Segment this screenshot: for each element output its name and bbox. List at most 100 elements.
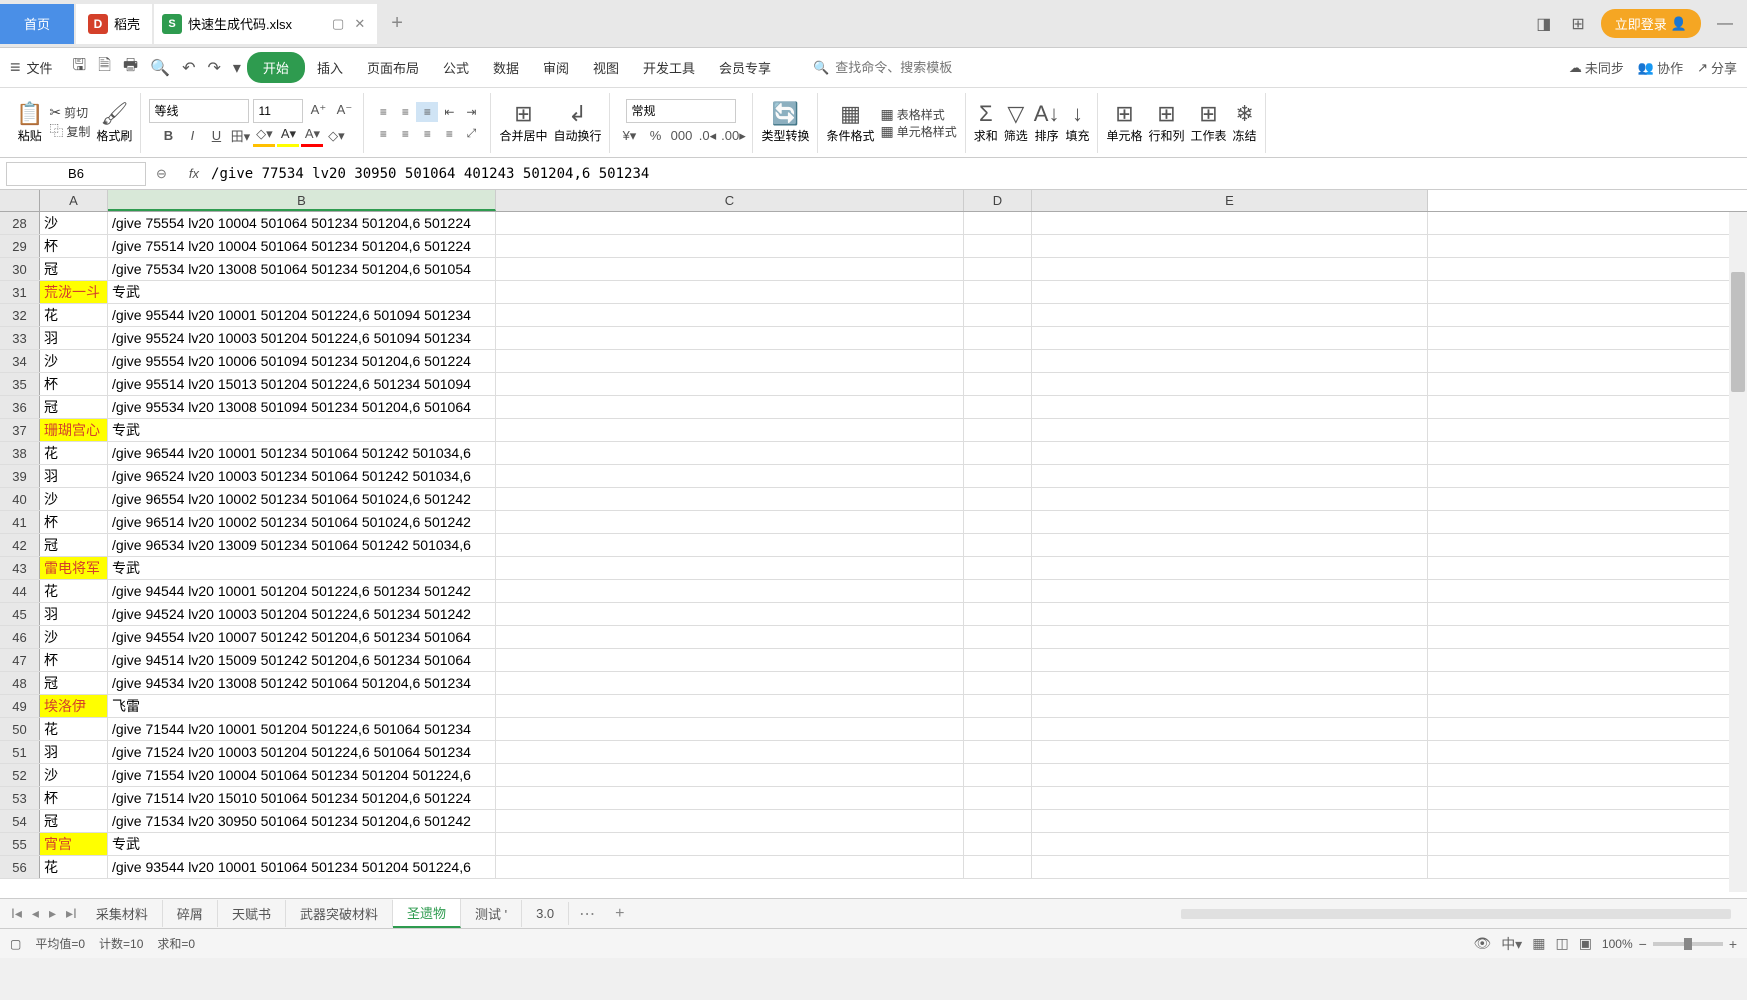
cell[interactable]: 冠 xyxy=(40,534,108,556)
cell[interactable]: 埃洛伊 xyxy=(40,695,108,717)
cell[interactable] xyxy=(964,557,1032,579)
tab-doke[interactable]: D 稻壳 xyxy=(76,4,152,44)
row-header[interactable]: 49 xyxy=(0,695,40,717)
search-command[interactable]: 🔍 xyxy=(813,60,985,76)
col-header-e[interactable]: E xyxy=(1032,190,1428,211)
wrap-button[interactable]: ↲自动换行 xyxy=(553,101,601,144)
cell[interactable] xyxy=(496,833,964,855)
cell[interactable]: /give 94524 lv20 10003 501204 501224,6 5… xyxy=(108,603,496,625)
cell[interactable]: 专武 xyxy=(108,281,496,303)
cell[interactable] xyxy=(1032,557,1428,579)
redo-icon[interactable]: ↷ xyxy=(207,58,220,78)
search-input[interactable] xyxy=(835,60,985,75)
col-header-a[interactable]: A xyxy=(40,190,108,211)
login-button[interactable]: 立即登录 👤 xyxy=(1601,9,1701,38)
cell[interactable] xyxy=(964,810,1032,832)
rowcol-button[interactable]: ⊞行和列 xyxy=(1149,101,1185,144)
cell[interactable] xyxy=(1032,304,1428,326)
cell[interactable]: 羽 xyxy=(40,741,108,763)
cell[interactable] xyxy=(1032,580,1428,602)
cell[interactable] xyxy=(496,465,964,487)
cell[interactable]: 沙 xyxy=(40,626,108,648)
table-style-button[interactable]: ▦表格样式 xyxy=(881,106,957,123)
row-header[interactable]: 42 xyxy=(0,534,40,556)
number-format-select[interactable] xyxy=(626,99,736,123)
row-header[interactable]: 46 xyxy=(0,626,40,648)
cell[interactable]: 专武 xyxy=(108,833,496,855)
cell[interactable] xyxy=(496,626,964,648)
percent-icon[interactable]: % xyxy=(644,125,666,147)
row-header[interactable]: 30 xyxy=(0,258,40,280)
indent-dec-icon[interactable]: ⇤ xyxy=(438,102,460,122)
menu-file[interactable]: 文件 xyxy=(27,58,53,77)
cell[interactable] xyxy=(964,741,1032,763)
horizontal-scrollbar[interactable] xyxy=(1181,909,1731,919)
decrease-font-icon[interactable]: A⁻ xyxy=(333,99,355,121)
cell[interactable] xyxy=(496,649,964,671)
cell[interactable] xyxy=(1032,695,1428,717)
sum-button[interactable]: Σ求和 xyxy=(974,101,998,144)
cell[interactable] xyxy=(964,511,1032,533)
cell[interactable] xyxy=(1032,741,1428,763)
minimize-icon[interactable]: — xyxy=(1713,11,1737,37)
save-icon[interactable]: 🖫 xyxy=(73,54,87,81)
format-painter-button[interactable]: 🖌格式刷 xyxy=(96,101,132,144)
cell[interactable]: /give 94534 lv20 13008 501242 501064 501… xyxy=(108,672,496,694)
cell[interactable]: 沙 xyxy=(40,488,108,510)
row-header[interactable]: 53 xyxy=(0,787,40,809)
sheet-nav-prev-icon[interactable]: ◂ xyxy=(27,905,44,922)
cell[interactable] xyxy=(1032,833,1428,855)
cell[interactable] xyxy=(964,258,1032,280)
sheet-more-icon[interactable]: ⋯ xyxy=(569,904,605,924)
cell-group-button[interactable]: ⊞单元格 xyxy=(1106,101,1142,144)
cell[interactable] xyxy=(1032,488,1428,510)
popup-icon[interactable]: ▢ xyxy=(332,16,344,32)
cell[interactable]: 冠 xyxy=(40,396,108,418)
sheet-tab-1[interactable]: 采集材料 xyxy=(82,900,163,927)
col-header-c[interactable]: C xyxy=(496,190,964,211)
row-header[interactable]: 56 xyxy=(0,856,40,878)
formula-input[interactable] xyxy=(211,166,1741,182)
cell[interactable] xyxy=(496,557,964,579)
cell[interactable] xyxy=(964,649,1032,671)
cell[interactable] xyxy=(964,672,1032,694)
sort-button[interactable]: A↓排序 xyxy=(1034,101,1060,144)
font-color-button[interactable]: A▾ xyxy=(277,125,299,147)
cell[interactable]: /give 94554 lv20 10007 501242 501204,6 5… xyxy=(108,626,496,648)
close-tab-icon[interactable]: ✕ xyxy=(354,16,365,32)
menu-data[interactable]: 数据 xyxy=(481,58,531,77)
cell[interactable] xyxy=(1032,718,1428,740)
cell[interactable] xyxy=(496,419,964,441)
cell[interactable]: 专武 xyxy=(108,557,496,579)
cell[interactable]: /give 95534 lv20 13008 501094 501234 501… xyxy=(108,396,496,418)
hamburger-icon[interactable]: ≡ xyxy=(10,57,21,78)
cell[interactable] xyxy=(964,856,1032,878)
cell[interactable] xyxy=(964,764,1032,786)
cell-style-button[interactable]: ▦单元格样式 xyxy=(881,123,957,140)
fx-icon[interactable]: fx xyxy=(189,166,199,181)
cell[interactable]: 杯 xyxy=(40,787,108,809)
row-header[interactable]: 31 xyxy=(0,281,40,303)
italic-button[interactable]: I xyxy=(181,125,203,147)
cell[interactable]: 专武 xyxy=(108,419,496,441)
cell[interactable] xyxy=(964,787,1032,809)
col-header-d[interactable]: D xyxy=(964,190,1032,211)
row-header[interactable]: 51 xyxy=(0,741,40,763)
cell[interactable]: 花 xyxy=(40,442,108,464)
grid-icon[interactable]: ⊞ xyxy=(1567,10,1588,38)
cell[interactable] xyxy=(496,718,964,740)
underline-button[interactable]: U xyxy=(205,125,227,147)
cell[interactable]: 羽 xyxy=(40,327,108,349)
cell[interactable]: /give 71514 lv20 15010 501064 501234 501… xyxy=(108,787,496,809)
menu-page[interactable]: 页面布局 xyxy=(355,58,431,77)
cell[interactable] xyxy=(1032,764,1428,786)
cell[interactable]: /give 96554 lv20 10002 501234 501064 501… xyxy=(108,488,496,510)
menu-dev[interactable]: 开发工具 xyxy=(631,58,707,77)
cell[interactable] xyxy=(1032,373,1428,395)
cell[interactable] xyxy=(1032,258,1428,280)
cell[interactable]: 荒泷一斗 xyxy=(40,281,108,303)
cell[interactable]: /give 95514 lv20 15013 501204 501224,6 5… xyxy=(108,373,496,395)
cell[interactable] xyxy=(964,212,1032,234)
cell[interactable]: 宵宫 xyxy=(40,833,108,855)
cell[interactable] xyxy=(496,212,964,234)
